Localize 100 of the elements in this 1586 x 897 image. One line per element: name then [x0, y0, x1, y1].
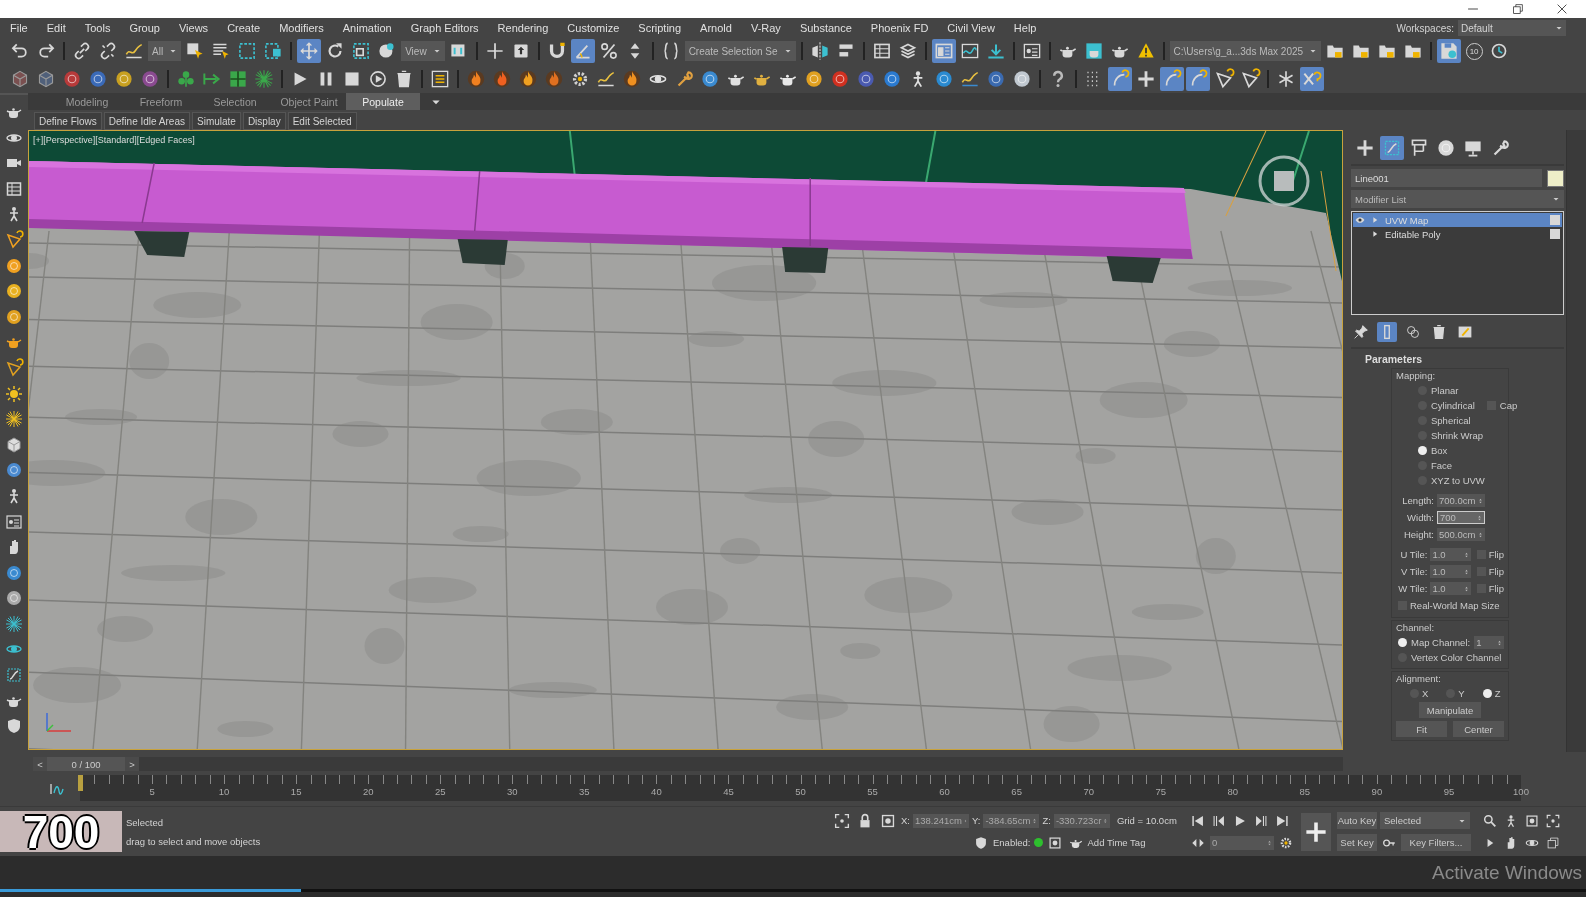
menu-item[interactable]: Create [227, 22, 261, 34]
ribbon-tab[interactable]: Populate [346, 93, 420, 110]
spinner-field[interactable]: 700 [1437, 511, 1485, 524]
field-label: W Tile: [1397, 583, 1428, 594]
menu-item[interactable]: Views [178, 22, 209, 34]
auto-key-button[interactable]: Auto Key [1337, 812, 1377, 829]
menu-item[interactable]: Tools [84, 22, 111, 34]
fit-button[interactable]: Fit [1396, 721, 1447, 737]
caret-icon [1555, 24, 1563, 32]
object-name-field[interactable]: Line001 [1351, 169, 1542, 187]
restore-icon[interactable] [1510, 1, 1526, 17]
menu-item[interactable]: Civil View [947, 22, 995, 34]
menu-item[interactable]: File [10, 22, 28, 34]
object-color-swatch[interactable] [1547, 169, 1564, 187]
enable-checkbox[interactable] [1550, 215, 1560, 225]
spinner-field[interactable]: 500.0cm [1437, 528, 1485, 541]
current-frame-marker[interactable] [78, 775, 83, 791]
ribbon-button[interactable]: Define Idle Areas [103, 112, 190, 130]
activation-notice: Activate Windows [1432, 861, 1582, 884]
radio-button[interactable] [1398, 638, 1407, 647]
menu-item[interactable]: Graph Editors [410, 22, 479, 34]
ruler-label: 80 [1227, 786, 1239, 797]
radio-label: X [1422, 688, 1429, 699]
menu-item[interactable]: Substance [799, 22, 852, 34]
coordinate-field[interactable]: -384.65cm [983, 813, 1040, 828]
previous-frame-button[interactable]: < [33, 757, 47, 771]
manipulate-button[interactable]: Manipulate [1419, 702, 1481, 718]
menu-item[interactable]: Group [129, 22, 160, 34]
menu-item[interactable]: Arnold [700, 22, 732, 34]
ribbon-button[interactable]: Simulate [192, 112, 241, 130]
ruler-label: 90 [1371, 786, 1383, 797]
spinner-arrows-icon [1463, 584, 1469, 593]
arc-icon[interactable] [1108, 66, 1132, 91]
toolbar-dropdown[interactable]: Create Selection Se [684, 41, 796, 61]
menu-item[interactable]: Rendering [497, 22, 549, 34]
caret-icon [169, 47, 178, 55]
group-label: Alignment: [1396, 673, 1442, 686]
angle-icon[interactable] [570, 39, 595, 63]
spinner-field[interactable]: 700.0cm [1437, 494, 1485, 507]
radio-button[interactable] [1482, 689, 1492, 698]
add-time-tag-label[interactable]: Add Time Tag [1087, 837, 1146, 848]
menu-item[interactable]: V-Ray [750, 22, 781, 34]
modifier-list-dropdown[interactable]: Modifier List [1351, 190, 1564, 208]
toolbar-dropdown[interactable]: View [401, 41, 445, 61]
radio-label: Box [1431, 445, 1448, 456]
rollout-title[interactable]: Parameters [1351, 353, 1564, 368]
time-slider-thumb[interactable]: < 0 / 100 > [33, 757, 139, 771]
radio-button[interactable] [1418, 446, 1427, 455]
arc-icon[interactable] [1186, 66, 1210, 91]
ribbon-button[interactable]: Display [242, 112, 286, 130]
ruler-label: 40 [651, 786, 662, 797]
radio-label: Vertex Color Channel [1411, 652, 1502, 663]
workspace-dropdown[interactable]: Default [1458, 20, 1566, 36]
ribbon-tab[interactable]: Freeform [124, 93, 198, 110]
move-icon[interactable] [297, 39, 322, 63]
frame-field[interactable]: 0 [1210, 835, 1274, 850]
coordinate-field[interactable]: 138.241cm [913, 813, 969, 828]
ribbon-tab[interactable]: Object Paint [272, 93, 346, 110]
window-list-icon[interactable] [931, 39, 956, 63]
save-icon[interactable] [1437, 39, 1462, 63]
ribbon-button[interactable]: Define Flows [34, 112, 102, 130]
toolbar-dropdown[interactable]: All [148, 41, 182, 61]
key-mode-dropdown[interactable]: Selected [1380, 812, 1470, 829]
radio-label: XYZ to UVW [1431, 475, 1485, 486]
spinner-field[interactable]: 1.0 [1430, 582, 1471, 595]
spinner-field[interactable]: 1.0 [1430, 548, 1471, 561]
menu-item[interactable]: Help [1013, 22, 1037, 34]
key-filters-button[interactable]: Key Filters... [1401, 834, 1471, 851]
ruler-label: 65 [1011, 786, 1022, 797]
menu-item[interactable]: Edit [46, 22, 66, 34]
ruler-label: 75 [1155, 786, 1167, 797]
cross-arc-icon[interactable] [1300, 66, 1324, 91]
spinner-field[interactable]: 1 [1474, 636, 1504, 649]
spinner-arrows-icon [1463, 550, 1469, 559]
ribbon-tab[interactable]: Modeling [50, 93, 124, 110]
viewport-label[interactable]: [+][Perspective][Standard][Edged Faces] [33, 135, 195, 145]
menu-item[interactable]: Scripting [638, 22, 682, 34]
center-button[interactable]: Center [1453, 721, 1504, 737]
radio-label: Map Channel: [1411, 637, 1471, 648]
bar-icon[interactable] [1377, 322, 1397, 342]
menu-item[interactable]: Modifiers [279, 22, 324, 34]
field-label: Height: [1402, 529, 1434, 540]
menu-item[interactable]: Phoenix FD [870, 22, 929, 34]
view-cube-icon[interactable] [1256, 153, 1312, 209]
spinner-arrows-icon [1032, 816, 1038, 825]
menu-item[interactable]: Customize [567, 22, 620, 34]
ribbon-button[interactable]: Edit Selected [287, 112, 357, 130]
next-frame-button[interactable]: > [125, 757, 139, 771]
toolbar-dropdown[interactable]: C:\Users\g_a...3ds Max 2025 [1169, 41, 1322, 61]
set-key-button[interactable]: Set Key [1337, 834, 1377, 851]
enable-checkbox[interactable] [1550, 229, 1560, 239]
ribbon-tab[interactable]: Selection [198, 93, 272, 110]
grid-size-text: Grid = 10.0cm [1116, 815, 1177, 826]
arc-icon[interactable] [1160, 66, 1184, 91]
axis-tripod-icon [43, 711, 73, 735]
spinner-field[interactable]: 1.0 [1430, 565, 1471, 578]
stack-item[interactable]: Editable Poly [1353, 227, 1562, 241]
coordinate-field[interactable]: -330.723cr [1053, 813, 1110, 828]
set-key-plus-button[interactable] [1301, 812, 1331, 851]
menu-item[interactable]: Animation [342, 22, 392, 34]
